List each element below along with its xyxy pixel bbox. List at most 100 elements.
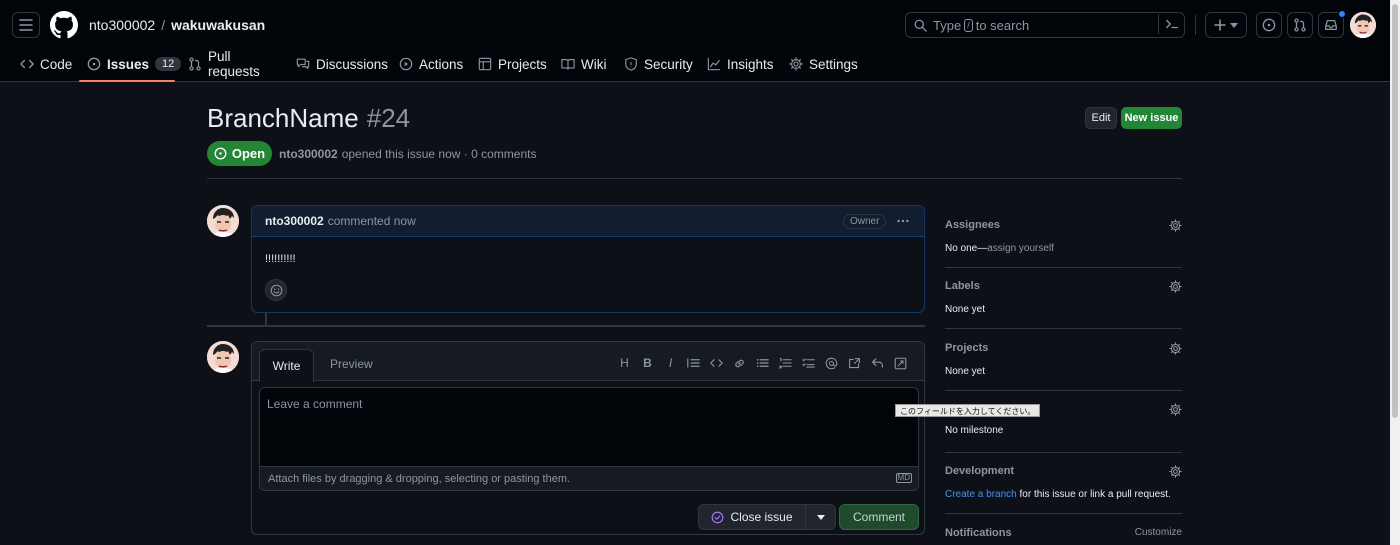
quote-icon[interactable] xyxy=(686,356,701,370)
tab-projects[interactable]: Projects xyxy=(474,51,551,77)
tab-discussions[interactable]: Discussions xyxy=(292,51,392,77)
comment-editor: Write Preview H B I Leave a comment Atta… xyxy=(251,341,925,535)
tab-label: Actions xyxy=(419,56,464,72)
create-branch-link[interactable]: Create a branch xyxy=(945,489,1017,500)
development-value: Create a branch for this issue or link a… xyxy=(945,489,1182,500)
tab-settings[interactable]: Settings xyxy=(785,51,862,77)
comment-textarea[interactable]: Leave a comment xyxy=(259,387,919,467)
add-reaction-button[interactable] xyxy=(265,279,287,301)
milestone-value: No milestone xyxy=(945,425,1004,436)
header-divider-line xyxy=(207,178,1182,179)
markdown-icon[interactable]: MD xyxy=(895,473,912,483)
comment-author-avatar[interactable] xyxy=(207,205,239,237)
tab-label: Code xyxy=(40,56,73,72)
attach-files-bar[interactable]: Attach files by dragging & dropping, sel… xyxy=(259,466,919,491)
close-issue-label: Close issue xyxy=(730,510,793,524)
tab-label: Settings xyxy=(809,56,858,72)
edit-title-button[interactable]: Edit xyxy=(1085,107,1117,129)
preview-tab[interactable]: Preview xyxy=(330,357,373,371)
github-logo-icon[interactable] xyxy=(50,11,78,39)
sidebar-assignees: Assignees No one—assign yourself xyxy=(945,219,1182,254)
mention-icon[interactable] xyxy=(824,356,839,370)
heading-icon[interactable]: H xyxy=(617,356,632,370)
avatar-portrait-icon xyxy=(207,205,239,237)
projects-value: None yet xyxy=(945,366,986,377)
development-gear-icon[interactable] xyxy=(1169,465,1182,478)
command-palette-icon[interactable] xyxy=(1165,17,1179,31)
issue-closed-icon xyxy=(712,511,724,523)
reply-icon[interactable] xyxy=(870,356,885,370)
bold-icon[interactable]: B xyxy=(640,356,655,370)
hamburger-menu-button[interactable] xyxy=(12,12,40,38)
sidebar-projects: Projects None yet xyxy=(945,342,1182,377)
sidebar-labels: Labels None yet xyxy=(945,280,1182,315)
tab-code[interactable]: Code xyxy=(16,51,76,77)
current-user-avatar[interactable] xyxy=(207,341,239,373)
your-issues-button[interactable] xyxy=(1256,12,1282,38)
comment-author-link[interactable]: nto300002 xyxy=(265,214,324,228)
markdown-toolbar: H B I xyxy=(617,356,908,370)
search-icon xyxy=(914,19,927,32)
task-list-icon[interactable] xyxy=(801,356,816,370)
code-icon[interactable] xyxy=(709,356,724,370)
assignees-gear-icon[interactable] xyxy=(1169,219,1182,232)
assignees-heading: Assignees xyxy=(945,219,1001,231)
global-header: nto300002 / wakuwakusan Type / to search… xyxy=(0,0,1390,82)
issue-title: BranchName #24 xyxy=(207,103,410,134)
timeline-separator xyxy=(207,325,925,327)
projects-gear-icon[interactable] xyxy=(1169,342,1182,355)
ordered-list-icon[interactable] xyxy=(778,356,793,370)
your-pull-requests-button[interactable] xyxy=(1287,12,1313,38)
comment-submit-button[interactable]: Comment xyxy=(839,504,919,530)
breadcrumb-owner[interactable]: nto300002 xyxy=(89,17,155,33)
tab-security[interactable]: Security xyxy=(620,51,697,77)
fullscreen-icon[interactable] xyxy=(893,356,908,370)
breadcrumb: nto300002 / wakuwakusan xyxy=(89,17,265,33)
comment-options-button[interactable] xyxy=(896,214,910,228)
issue-opened-icon xyxy=(87,57,101,71)
milestone-gear-icon[interactable] xyxy=(1169,403,1182,416)
issue-opened-icon xyxy=(214,147,227,160)
unordered-list-icon[interactable] xyxy=(755,356,770,370)
close-issue-options-button[interactable] xyxy=(805,504,836,530)
issue-author-link[interactable]: nto300002 xyxy=(279,147,338,161)
cross-reference-icon[interactable] xyxy=(847,356,862,370)
new-issue-button[interactable]: New issue xyxy=(1121,107,1182,129)
development-text: for this issue or link a pull request. xyxy=(1019,489,1171,500)
triangle-down-icon xyxy=(1230,22,1238,28)
sidebar-divider xyxy=(945,267,1182,268)
inbox-icon xyxy=(1325,20,1337,30)
comment-action-text[interactable]: commented now xyxy=(328,214,416,228)
customize-notifications-link[interactable]: Customize xyxy=(1135,527,1182,538)
write-tab[interactable]: Write xyxy=(259,349,314,382)
assignees-value: No one—assign yourself xyxy=(945,243,1182,254)
tab-pull-requests[interactable]: Pull requests xyxy=(184,49,264,79)
smiley-icon xyxy=(270,284,282,296)
assign-yourself-link[interactable]: assign yourself xyxy=(987,243,1054,254)
tab-insights[interactable]: Insights xyxy=(703,51,778,77)
create-new-button[interactable] xyxy=(1205,12,1247,38)
tab-label: Projects xyxy=(498,56,547,72)
notification-indicator xyxy=(1338,10,1346,18)
user-avatar[interactable] xyxy=(1350,12,1376,38)
search-input[interactable]: Type / to search xyxy=(905,12,1185,38)
close-issue-button[interactable]: Close issue xyxy=(698,504,806,530)
table-icon xyxy=(478,57,492,71)
sidebar-divider xyxy=(945,513,1182,514)
plus-icon xyxy=(1214,19,1226,31)
tab-actions[interactable]: Actions xyxy=(395,51,467,77)
avatar-portrait-icon xyxy=(207,341,239,373)
projects-heading: Projects xyxy=(945,342,989,354)
italic-icon[interactable]: I xyxy=(663,356,678,370)
link-icon[interactable] xyxy=(732,356,747,370)
breadcrumb-repo[interactable]: wakuwakusan xyxy=(171,17,265,33)
sidebar-divider xyxy=(945,328,1182,329)
git-pull-request-icon xyxy=(1294,18,1306,32)
tab-issues[interactable]: Issues 12 xyxy=(83,51,185,77)
labels-gear-icon[interactable] xyxy=(1169,280,1182,293)
hamburger-icon xyxy=(19,19,33,31)
tab-wiki[interactable]: Wiki xyxy=(557,51,611,77)
kebab-horizontal-icon xyxy=(897,219,909,223)
page-scrollbar-thumb[interactable] xyxy=(1392,4,1398,418)
search-placeholder-before: Type xyxy=(933,17,962,33)
